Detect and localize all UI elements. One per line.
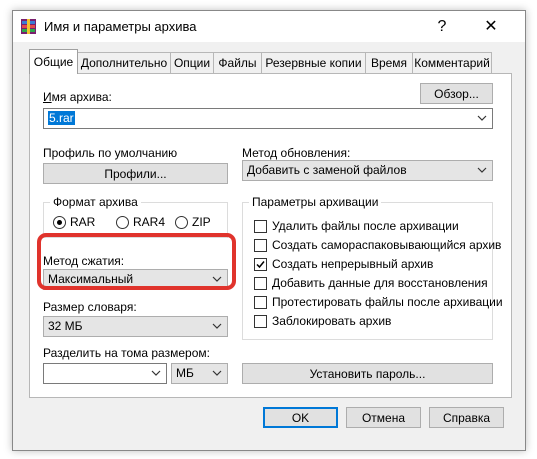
archive-name-label: Имя архива: — [43, 90, 112, 104]
compression-method-value: Максимальный — [48, 272, 134, 286]
chevron-down-icon[interactable] — [476, 161, 488, 180]
tab-advanced[interactable]: Дополнительно — [77, 52, 171, 73]
dictionary-size-label: Размер словаря: — [43, 300, 137, 314]
tab-strip: Общие Дополнительно Опции Файлы Резервны… — [19, 49, 519, 74]
tab-comment[interactable]: Комментарий — [412, 52, 492, 73]
update-method-select[interactable]: Добавить с заменой файлов — [242, 160, 493, 181]
archive-options-title: Параметры архивации — [249, 195, 382, 209]
split-volumes-label: Разделить на тома размером: — [43, 346, 210, 360]
update-method-label: Метод обновления: — [242, 146, 351, 160]
tab-backup[interactable]: Резервные копии — [261, 52, 366, 73]
radio-rar[interactable] — [53, 216, 66, 229]
radio-zip-label: ZIP — [192, 215, 211, 229]
help-title-button[interactable]: ? — [419, 11, 465, 42]
archive-name-value: 5.rar — [48, 111, 75, 125]
tab-options[interactable]: Опции — [170, 52, 214, 73]
chevron-down-icon[interactable] — [211, 317, 223, 336]
compression-method-label: Метод сжатия: — [43, 254, 125, 268]
split-unit-select[interactable]: МБ — [171, 363, 228, 384]
checkbox-test-files[interactable] — [254, 296, 267, 309]
checkbox-sfx[interactable] — [254, 239, 267, 252]
title-bar[interactable]: Имя и параметры архива ? ✕ — [13, 11, 525, 42]
dictionary-size-value: 32 МБ — [48, 319, 83, 333]
checkbox-delete-files[interactable] — [254, 220, 267, 233]
update-method-value: Добавить с заменой файлов — [247, 163, 407, 177]
delete-files-label: Удалить файлы после архивации — [272, 219, 459, 233]
ok-button[interactable]: OK — [263, 407, 338, 428]
test-files-label: Протестировать файлы после архивации — [272, 295, 503, 309]
chevron-down-icon[interactable] — [211, 364, 223, 383]
archive-format-title: Формат архива — [50, 195, 141, 209]
help-button[interactable]: Справка — [429, 407, 504, 428]
chevron-down-icon[interactable] — [150, 364, 162, 383]
dictionary-size-select[interactable]: 32 МБ — [43, 316, 228, 337]
checkbox-lock-archive[interactable] — [254, 315, 267, 328]
compression-method-select[interactable]: Максимальный — [43, 269, 228, 290]
solid-archive-label: Создать непрерывный архив — [272, 257, 434, 271]
set-password-button[interactable]: Установить пароль... — [242, 363, 493, 384]
cancel-button[interactable]: Отмена — [346, 407, 421, 428]
radio-rar-label: RAR — [70, 215, 96, 229]
recovery-record-label: Добавить данные для восстановления — [272, 276, 488, 290]
archive-options-group: Параметры архивации Удалить файлы после … — [242, 195, 503, 340]
winrar-app-icon — [21, 19, 36, 34]
chevron-down-icon[interactable] — [476, 109, 488, 128]
checkbox-solid-archive[interactable] — [254, 258, 267, 271]
radio-zip[interactable] — [175, 216, 188, 229]
lock-archive-label: Заблокировать архив — [272, 314, 392, 328]
browse-button[interactable]: Обзор... — [420, 83, 493, 104]
radio-rar4-label: RAR4 — [133, 215, 166, 229]
general-tab-panel: Имя архива: Обзор... 5.rar Профиль по ум… — [29, 73, 512, 398]
checkmark-icon — [256, 261, 265, 269]
archive-format-group: Формат архива RAR RAR4 ZIP — [43, 195, 228, 238]
close-button[interactable]: ✕ — [468, 11, 514, 42]
radio-rar4[interactable] — [116, 216, 129, 229]
profiles-button[interactable]: Профили... — [43, 163, 228, 184]
archive-name-input[interactable]: 5.rar — [43, 108, 493, 129]
chevron-down-icon[interactable] — [211, 270, 223, 289]
tab-time[interactable]: Время — [365, 52, 413, 73]
tab-files[interactable]: Файлы — [213, 52, 262, 73]
split-volumes-input[interactable] — [43, 363, 167, 384]
tab-general[interactable]: Общие — [29, 49, 78, 74]
split-unit-value: МБ — [176, 366, 194, 380]
checkbox-recovery-record[interactable] — [254, 277, 267, 290]
archive-dialog: Имя и параметры архива ? ✕ Общие Дополни… — [12, 10, 526, 451]
profile-label: Профиль по умолчанию — [43, 146, 178, 160]
window-title: Имя и параметры архива — [44, 19, 197, 34]
sfx-label: Создать самораспаковывающийся архив — [272, 238, 502, 252]
